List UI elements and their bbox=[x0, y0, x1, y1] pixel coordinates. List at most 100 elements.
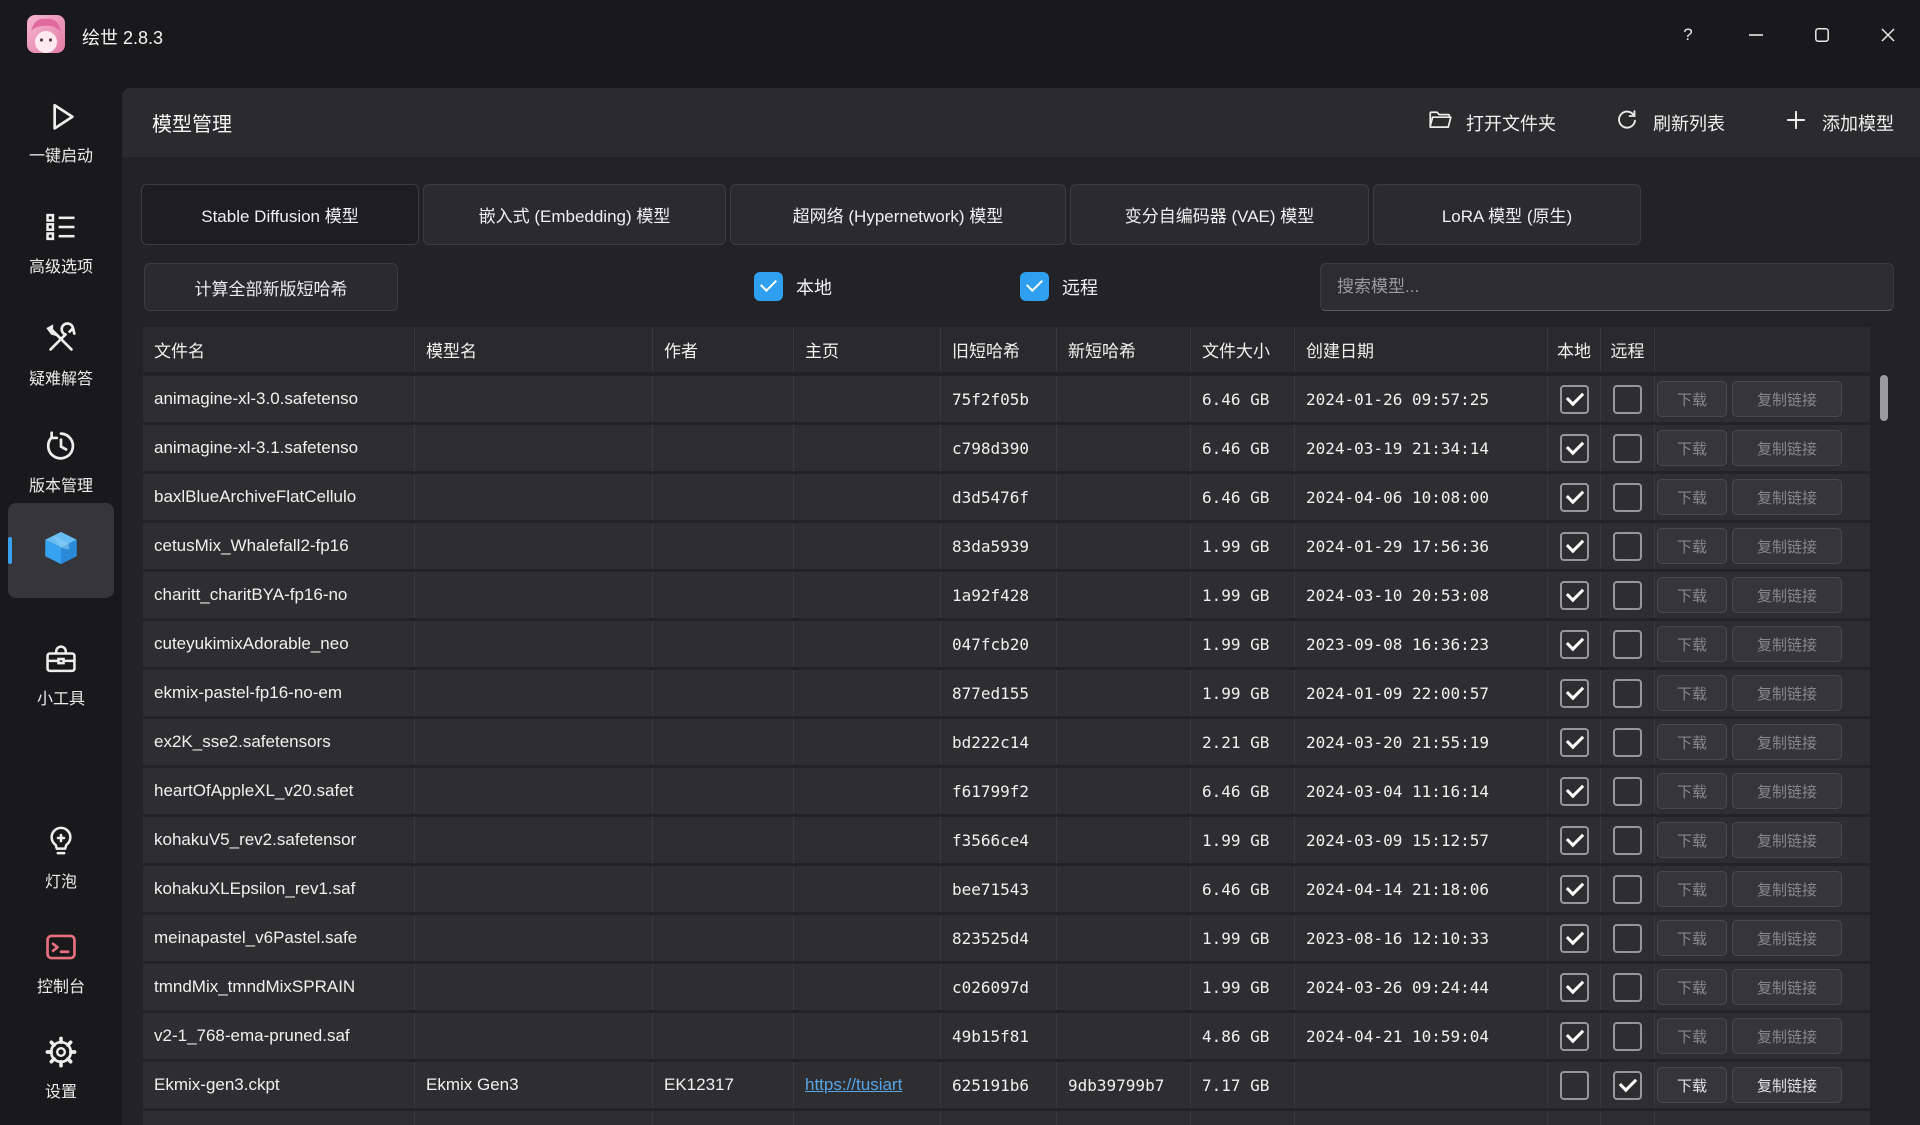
download-button[interactable]: 下载 bbox=[1657, 675, 1727, 711]
download-button[interactable]: 下载 bbox=[1657, 626, 1727, 662]
download-button[interactable]: 下载 bbox=[1657, 920, 1727, 956]
remote-checkbox[interactable] bbox=[1613, 630, 1642, 659]
tab-vae[interactable]: 变分自编码器 (VAE) 模型 bbox=[1070, 184, 1369, 245]
sidebar-item-advanced-options[interactable]: 高级选项 bbox=[0, 208, 122, 277]
remote-checkbox[interactable] bbox=[1613, 973, 1642, 1002]
remote-checkbox[interactable] bbox=[1613, 1022, 1642, 1051]
local-checkbox[interactable] bbox=[1560, 483, 1589, 512]
sidebar-item-settings[interactable]: 设置 bbox=[0, 1033, 122, 1102]
remote-checkbox[interactable] bbox=[1613, 532, 1642, 561]
cell-newhash bbox=[1057, 866, 1191, 912]
sidebar-item-lightbulb[interactable]: 灯泡 bbox=[0, 823, 122, 892]
download-button[interactable]: 下载 bbox=[1657, 381, 1727, 417]
table-row: meinapastel_v6Pastel.safe 823525d4 1.99 … bbox=[143, 915, 1870, 961]
local-checkbox[interactable] bbox=[1560, 826, 1589, 855]
copy-link-button[interactable]: 复制链接 bbox=[1732, 724, 1842, 760]
download-button[interactable]: 下载 bbox=[1657, 822, 1727, 858]
local-checkbox[interactable] bbox=[1560, 532, 1589, 561]
minimize-button[interactable] bbox=[1731, 12, 1781, 58]
local-checkbox[interactable] bbox=[1560, 728, 1589, 757]
remote-filter-checkbox[interactable] bbox=[1020, 272, 1049, 301]
local-checkbox[interactable] bbox=[1560, 679, 1589, 708]
download-button[interactable]: 下载 bbox=[1657, 1067, 1727, 1103]
remote-checkbox[interactable] bbox=[1613, 679, 1642, 708]
cell-modelname bbox=[415, 621, 653, 667]
tools-icon bbox=[42, 320, 80, 358]
sidebar-item-model-manager[interactable] bbox=[8, 503, 114, 598]
copy-link-button[interactable]: 复制链接 bbox=[1732, 1018, 1842, 1054]
remote-checkbox[interactable] bbox=[1613, 728, 1642, 757]
download-button[interactable]: 下载 bbox=[1657, 724, 1727, 760]
sidebar-item-console[interactable]: 控制台 bbox=[0, 928, 122, 997]
local-checkbox[interactable] bbox=[1560, 924, 1589, 953]
local-checkbox[interactable] bbox=[1560, 777, 1589, 806]
cell-newhash bbox=[1057, 621, 1191, 667]
compute-hash-button[interactable]: 计算全部新版短哈希 bbox=[144, 263, 398, 311]
local-checkbox[interactable] bbox=[1560, 434, 1589, 463]
copy-link-button[interactable]: 复制链接 bbox=[1732, 969, 1842, 1005]
download-button[interactable]: 下载 bbox=[1657, 871, 1727, 907]
remote-checkbox[interactable] bbox=[1613, 385, 1642, 414]
help-button[interactable]: ? bbox=[1663, 12, 1713, 58]
tab-hypernetwork[interactable]: 超网络 (Hypernetwork) 模型 bbox=[730, 184, 1066, 245]
sidebar-label: 高级选项 bbox=[29, 253, 93, 277]
local-checkbox[interactable] bbox=[1560, 973, 1589, 1002]
search-input[interactable] bbox=[1320, 263, 1894, 311]
copy-link-button[interactable]: 复制链接 bbox=[1732, 920, 1842, 956]
add-model-button[interactable]: 添加模型 bbox=[1783, 107, 1894, 138]
remote-checkbox[interactable] bbox=[1613, 826, 1642, 855]
remote-checkbox[interactable] bbox=[1613, 924, 1642, 953]
remote-checkbox[interactable] bbox=[1613, 434, 1642, 463]
copy-link-button[interactable]: 复制链接 bbox=[1732, 577, 1842, 613]
vertical-scrollbar-thumb[interactable] bbox=[1880, 375, 1888, 421]
copy-link-button[interactable]: 复制链接 bbox=[1732, 381, 1842, 417]
copy-link-button[interactable]: 复制链接 bbox=[1732, 430, 1842, 466]
close-button[interactable] bbox=[1863, 12, 1913, 58]
maximize-button[interactable] bbox=[1797, 12, 1847, 58]
local-checkbox[interactable] bbox=[1560, 1022, 1589, 1051]
local-checkbox[interactable] bbox=[1560, 875, 1589, 904]
local-checkbox[interactable] bbox=[1560, 630, 1589, 659]
tab-lora[interactable]: LoRA 模型 (原生) bbox=[1373, 184, 1641, 245]
copy-link-button[interactable]: 复制链接 bbox=[1732, 773, 1842, 809]
play-icon bbox=[42, 97, 80, 135]
open-folder-button[interactable]: 打开文件夹 bbox=[1427, 107, 1556, 138]
copy-link-button[interactable]: 复制链接 bbox=[1732, 626, 1842, 662]
download-button[interactable]: 下载 bbox=[1657, 528, 1727, 564]
local-filter-checkbox[interactable] bbox=[754, 272, 783, 301]
cell-author bbox=[653, 817, 794, 863]
sidebar-item-small-tools[interactable]: 小工具 bbox=[0, 640, 122, 709]
download-button[interactable]: 下载 bbox=[1657, 773, 1727, 809]
download-button[interactable]: 下载 bbox=[1657, 430, 1727, 466]
local-checkbox[interactable] bbox=[1560, 581, 1589, 610]
copy-link-button[interactable]: 复制链接 bbox=[1732, 479, 1842, 515]
copy-link-button[interactable]: 复制链接 bbox=[1732, 528, 1842, 564]
sidebar-item-quick-launch[interactable]: 一键启动 bbox=[0, 97, 122, 166]
copy-link-button[interactable]: 复制链接 bbox=[1732, 1067, 1842, 1103]
download-button[interactable]: 下载 bbox=[1657, 577, 1727, 613]
local-checkbox[interactable] bbox=[1560, 1071, 1589, 1100]
copy-link-button[interactable]: 复制链接 bbox=[1732, 871, 1842, 907]
cell-homepage bbox=[794, 768, 941, 814]
remote-checkbox[interactable] bbox=[1613, 581, 1642, 610]
refresh-list-button[interactable]: 刷新列表 bbox=[1614, 107, 1725, 138]
remote-checkbox[interactable] bbox=[1613, 483, 1642, 512]
options-list-icon bbox=[42, 208, 80, 246]
tab-embedding[interactable]: 嵌入式 (Embedding) 模型 bbox=[423, 184, 726, 245]
download-button[interactable]: 下载 bbox=[1657, 969, 1727, 1005]
copy-link-button[interactable]: 复制链接 bbox=[1732, 675, 1842, 711]
table-header-row: 文件名 模型名 作者 主页 旧短哈希 新短哈希 文件大小 创建日期 本地 远程 bbox=[143, 327, 1870, 372]
sidebar-item-troubleshoot[interactable]: 疑难解答 bbox=[0, 320, 122, 389]
remote-checkbox[interactable] bbox=[1613, 777, 1642, 806]
copy-link-button[interactable]: 复制链接 bbox=[1732, 822, 1842, 858]
cell-modelname bbox=[415, 866, 653, 912]
remote-checkbox[interactable] bbox=[1613, 1071, 1642, 1100]
remote-checkbox[interactable] bbox=[1613, 875, 1642, 904]
download-button[interactable]: 下载 bbox=[1657, 1018, 1727, 1054]
cell-created: 2023-08-16 12:10:33 bbox=[1295, 915, 1548, 961]
sidebar-item-version-manager[interactable]: 版本管理 bbox=[0, 427, 122, 496]
model-homepage-link[interactable]: https://tusiart bbox=[805, 1075, 902, 1095]
download-button[interactable]: 下载 bbox=[1657, 479, 1727, 515]
local-checkbox[interactable] bbox=[1560, 385, 1589, 414]
tab-stable-diffusion[interactable]: Stable Diffusion 模型 bbox=[141, 184, 419, 245]
